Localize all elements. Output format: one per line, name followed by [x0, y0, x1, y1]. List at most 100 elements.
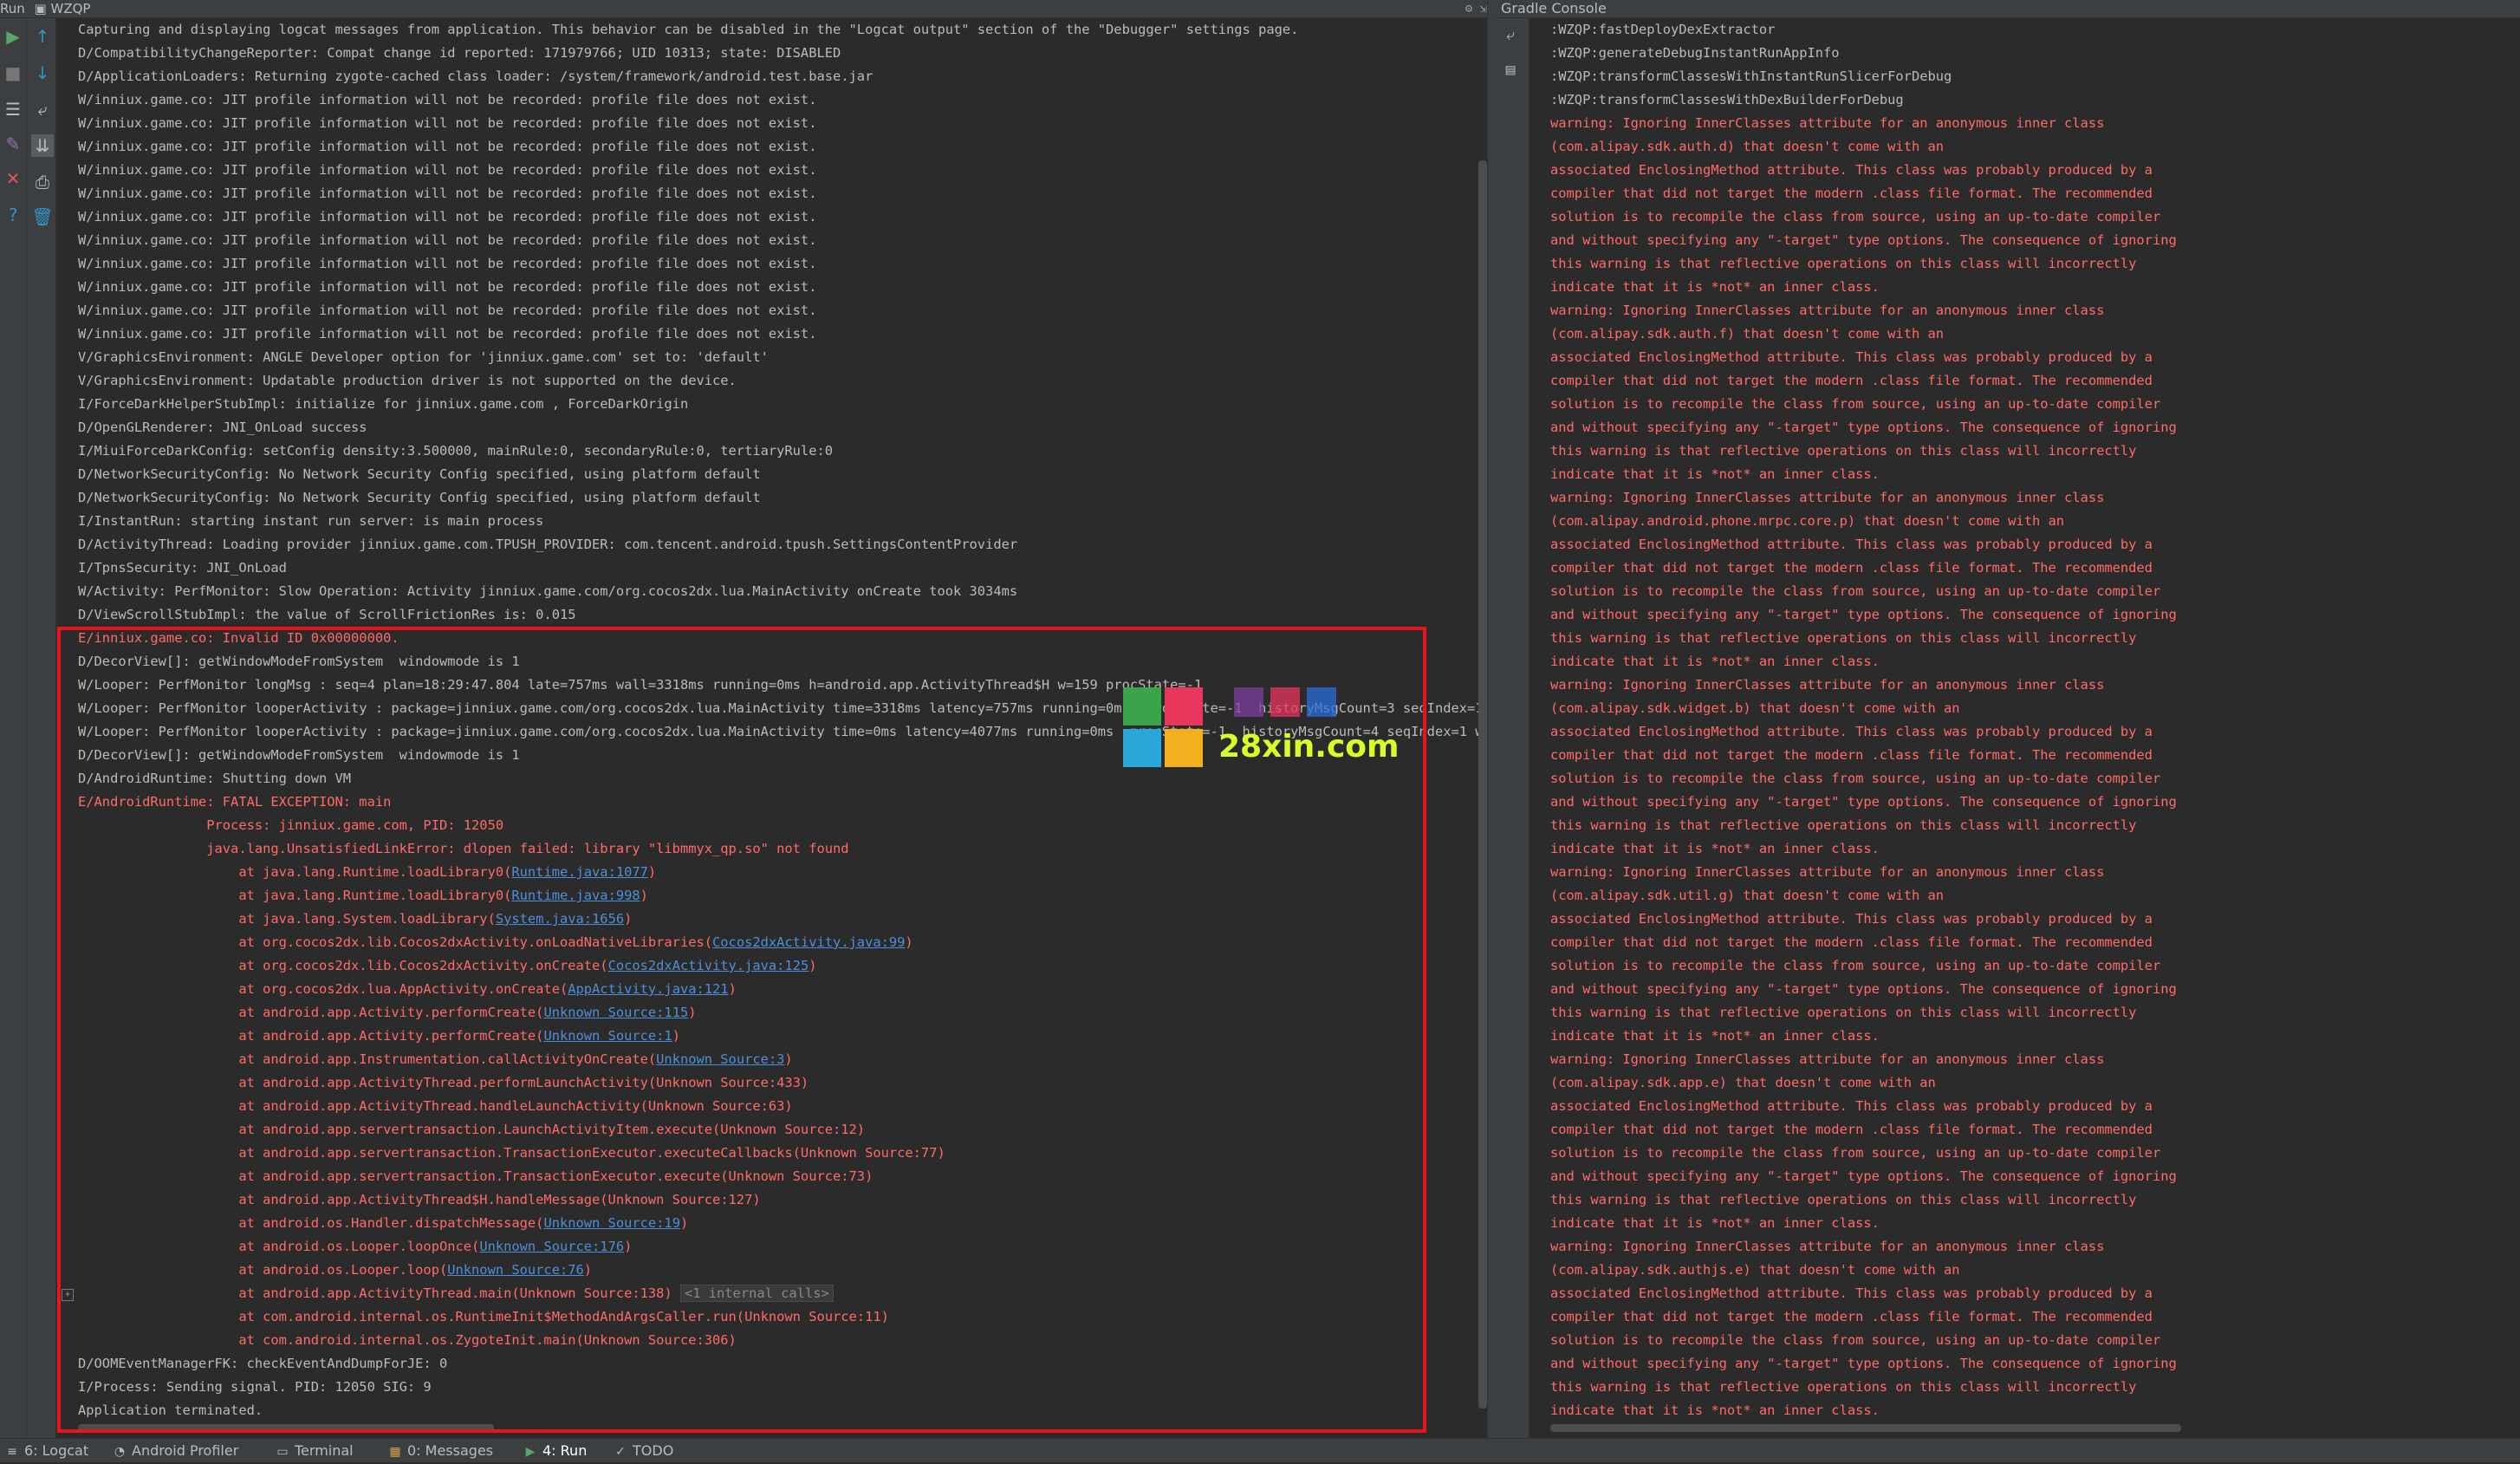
log-line-tail: ): [688, 1005, 697, 1020]
scroll-up-icon[interactable]: ↑: [31, 25, 54, 48]
tool-tab[interactable]: ▶ 4: Run: [523, 1439, 588, 1462]
log-line: W/inniux.game.co: JIT profile informatio…: [78, 112, 816, 135]
log-line-text: at android.app.Instrumentation.callActiv…: [78, 1051, 657, 1067]
log-line: at com.android.internal.os.ZygoteInit.ma…: [78, 1329, 737, 1352]
log-line-text: D/CompatibilityChangeReporter: Compat ch…: [78, 45, 841, 61]
gradle-line: this warning is that reflective operatio…: [1550, 443, 2137, 459]
log-line: W/Looper: PerfMonitor longMsg : seq=4 pl…: [78, 673, 1202, 697]
log-line-tail: ): [728, 981, 737, 997]
internal-calls-fold[interactable]: <1 internal calls>: [679, 1285, 834, 1302]
print-icon[interactable]: ⎙: [31, 171, 54, 193]
gradle-line: warning: Ignoring InnerClasses attribute…: [1550, 864, 2105, 880]
gradle-line: :WZQP:transformClassesWithInstantRunSlic…: [1550, 68, 1952, 84]
gradle-line: compiler that did not target the modern …: [1550, 934, 2153, 950]
source-link[interactable]: Unknown Source:3: [656, 1051, 784, 1067]
gradle-line: (com.alipay.android.phone.mrpc.core.p) t…: [1550, 513, 2065, 529]
source-link[interactable]: Unknown Source:115: [543, 1005, 688, 1020]
source-link[interactable]: Unknown Source:19: [543, 1215, 680, 1231]
log-line: W/inniux.game.co: JIT profile informatio…: [78, 252, 816, 276]
log-line-text: D/NetworkSecurityConfig: No Network Secu…: [78, 466, 761, 482]
source-link[interactable]: Unknown Source:176: [479, 1239, 624, 1254]
tool-tab-label: 6: Logcat: [24, 1442, 89, 1459]
tool-tab-label: TODO: [633, 1442, 674, 1459]
log-line-text: at org.cocos2dx.lua.AppActivity.onCreate…: [78, 981, 568, 997]
expand-internal-calls-icon[interactable]: +: [62, 1289, 74, 1301]
watermark-square-green: [1123, 687, 1161, 725]
log-line-text: at android.app.servertransaction.LaunchA…: [78, 1122, 866, 1137]
log-line: Capturing and displaying logcat messages…: [78, 18, 1298, 42]
source-link[interactable]: Unknown Source:1: [543, 1028, 672, 1044]
log-line-text: D/DecorView[]: getWindowModeFromSystem w…: [78, 747, 520, 763]
project-tab[interactable]: ▣ WZQP: [35, 1, 91, 16]
log-line-text: W/inniux.game.co: JIT profile informatio…: [78, 232, 817, 248]
source-link[interactable]: Runtime.java:998: [511, 888, 640, 903]
header-tools: ⚙ ⇲: [1465, 0, 1487, 17]
tool-tab[interactable]: ≡ 6: Logcat: [5, 1439, 88, 1462]
source-link[interactable]: Cocos2dxActivity.java:125: [608, 958, 809, 973]
log-line: at android.app.servertransaction.Transac…: [78, 1165, 873, 1188]
soft-wrap-icon[interactable]: ⤶: [31, 98, 54, 120]
close-run-icon[interactable]: ✕: [2, 167, 24, 190]
log-line-text: D/ApplicationLoaders: Returning zygote-c…: [78, 68, 874, 84]
log-line: at android.os.Handler.dispatchMessage(Un…: [78, 1212, 688, 1235]
logcat-horizontal-scrollbar[interactable]: [78, 1424, 494, 1431]
tool-tab[interactable]: ▭ Terminal: [276, 1439, 353, 1462]
log-line: at android.app.ActivityThread.handleLaun…: [78, 1095, 793, 1118]
log-line-tail: ): [905, 934, 913, 950]
log-line-tail: ): [809, 958, 817, 973]
scroll-to-end-icon[interactable]: ⇊: [31, 134, 54, 157]
gradle-line: indicate that it is *not* an inner class…: [1550, 466, 1880, 482]
source-link[interactable]: Unknown Source:76: [447, 1262, 584, 1278]
clear-console-icon[interactable]: ▤: [1500, 60, 1521, 81]
restore-layout-icon[interactable]: ☰: [2, 98, 24, 120]
gradle-line: warning: Ignoring InnerClasses attribute…: [1550, 1051, 2105, 1067]
source-link[interactable]: Cocos2dxActivity.java:99: [712, 934, 905, 950]
scroll-down-icon[interactable]: ↓: [31, 62, 54, 84]
tool-tab[interactable]: ✓ TODO: [614, 1439, 673, 1462]
source-link[interactable]: Runtime.java:1077: [511, 864, 648, 880]
terminal-icon: ▭: [276, 1445, 289, 1459]
log-line-text: at android.app.ActivityThread.handleLaun…: [78, 1098, 793, 1114]
gradle-horizontal-scrollbar[interactable]: [1550, 1424, 2181, 1432]
soft-wrap-icon[interactable]: ⤶: [1500, 25, 1521, 46]
gradle-console-output[interactable]: :WZQP:fastDeployDexExtractor:WZQP:genera…: [1530, 18, 2520, 1438]
log-line-text: at android.os.Handler.dispatchMessage(: [78, 1215, 544, 1231]
log-line-text: Capturing and displaying logcat messages…: [78, 22, 1299, 37]
android-app-icon: ▣: [34, 1, 47, 16]
hide-panel-icon[interactable]: ⇲: [1480, 2, 1487, 16]
gradle-console-toolbar: ⤶ ▤: [1494, 18, 1530, 1438]
gradle-line: compiler that did not target the modern …: [1550, 560, 2153, 576]
logcat-icon: ≡: [7, 1445, 17, 1459]
source-link[interactable]: AppActivity.java:121: [568, 981, 728, 997]
log-line: D/NetworkSecurityConfig: No Network Secu…: [78, 486, 761, 510]
stop-icon[interactable]: ■: [2, 62, 24, 84]
attach-debugger-icon[interactable]: ✎: [2, 133, 24, 155]
log-line-text: I/TpnsSecurity: JNI_OnLoad: [78, 560, 287, 576]
logcat-vertical-scrollbar[interactable]: [1478, 160, 1487, 1409]
log-line: at java.lang.System.loadLibrary(System.j…: [78, 908, 632, 931]
profiler-icon: ◔: [114, 1445, 126, 1459]
rerun-icon[interactable]: ▶: [2, 25, 24, 48]
gradle-line: (com.alipay.sdk.auth.f) that doesn't com…: [1550, 326, 1945, 342]
log-line-text: at android.app.ActivityThread$H.handleMe…: [78, 1192, 761, 1207]
log-line-text: D/ActivityThread: Loading provider jinni…: [78, 537, 1018, 552]
gradle-line: warning: Ignoring InnerClasses attribute…: [1550, 677, 2105, 693]
clear-all-icon[interactable]: 🗑: [31, 205, 54, 228]
gradle-line: this warning is that reflective operatio…: [1550, 1379, 2137, 1395]
todo-icon: ✓: [615, 1445, 626, 1459]
tool-tab[interactable]: ▦ 0: Messages: [388, 1439, 493, 1462]
log-line-text: D/ViewScrollStubImpl: the value of Scrol…: [78, 607, 576, 622]
messages-icon: ▦: [389, 1445, 401, 1459]
log-line: at android.app.ActivityThread.main(Unkno…: [78, 1282, 834, 1305]
log-line: D/AndroidRuntime: Shutting down VM: [78, 767, 351, 791]
log-line-text: W/inniux.game.co: JIT profile informatio…: [78, 162, 817, 178]
source-link[interactable]: System.java:1656: [496, 911, 624, 927]
help-icon[interactable]: ?: [2, 204, 24, 226]
log-line: I/MiuiForceDarkConfig: setConfig density…: [78, 439, 833, 463]
gradle-line: and without specifying any "-target" typ…: [1550, 1168, 2177, 1184]
tool-tab[interactable]: ◔ Android Profiler: [113, 1439, 238, 1462]
gradle-line: this warning is that reflective operatio…: [1550, 1005, 2137, 1020]
gradle-line: solution is to recompile the class from …: [1550, 583, 2161, 599]
settings-gear-icon[interactable]: ⚙: [1465, 2, 1472, 16]
log-line-text: D/NetworkSecurityConfig: No Network Secu…: [78, 490, 761, 505]
